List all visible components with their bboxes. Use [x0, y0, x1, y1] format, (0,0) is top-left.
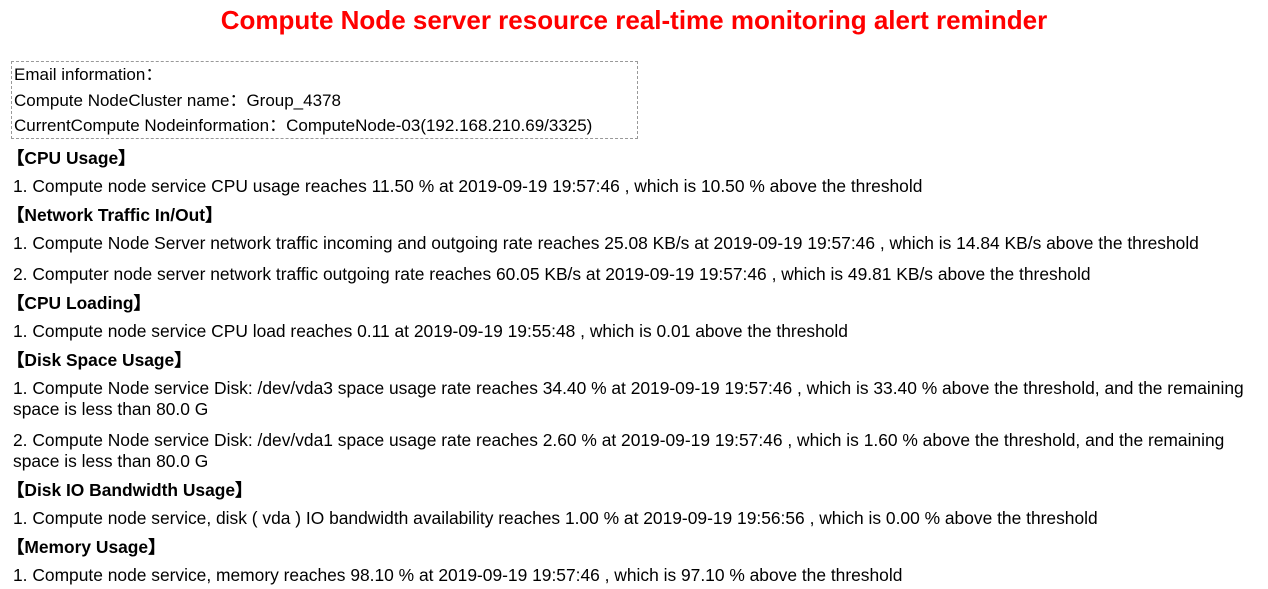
alert-item: 1. Compute node service, disk ( vda ) IO… — [13, 508, 1098, 528]
section-disk-io: 【Disk IO Bandwidth Usage】 1. Compute nod… — [7, 478, 1263, 529]
section-heading: 【Memory Usage】 — [7, 537, 166, 557]
alert-item: 2. Compute Node service Disk: /dev/vda1 … — [13, 430, 1225, 471]
alert-item: 1. Compute node service CPU usage reache… — [13, 176, 923, 196]
alert-item: 2. Computer node server network traffic … — [13, 264, 1091, 284]
alert-item: 1. Compute node service, memory reaches … — [13, 565, 903, 585]
section-heading: 【CPU Usage】 — [7, 148, 136, 168]
section-heading: 【Network Traffic In/Out】 — [7, 205, 223, 225]
section-cpu-loading: 【CPU Loading】 1. Compute node service CP… — [7, 291, 1263, 342]
section-disk-space: 【Disk Space Usage】 1. Compute Node servi… — [7, 348, 1263, 472]
section-memory: 【Memory Usage】 1. Compute node service, … — [7, 535, 1263, 586]
section-network-traffic: 【Network Traffic In/Out】 1. Compute Node… — [7, 203, 1263, 285]
cluster-name: Compute NodeCluster name：Group_4378 — [14, 90, 341, 110]
alert-item: 1. Compute Node Server network traffic i… — [13, 233, 1199, 253]
section-cpu-usage: 【CPU Usage】 1. Compute node service CPU … — [7, 146, 1263, 197]
alert-item: 1. Compute Node service Disk: /dev/vda3 … — [13, 378, 1244, 419]
node-info: CurrentCompute Nodeinformation：ComputeNo… — [14, 116, 593, 135]
section-heading: 【Disk Space Usage】 — [7, 350, 192, 370]
alert-item: 1. Compute node service CPU load reaches… — [13, 321, 848, 341]
section-heading: 【CPU Loading】 — [7, 293, 151, 313]
section-heading: 【Disk IO Bandwidth Usage】 — [7, 480, 253, 500]
email-info-box: Email information： Compute NodeCluster n… — [11, 61, 638, 139]
page-title: Compute Node server resource real-time m… — [220, 5, 1048, 35]
info-heading: Email information： — [14, 65, 163, 84]
